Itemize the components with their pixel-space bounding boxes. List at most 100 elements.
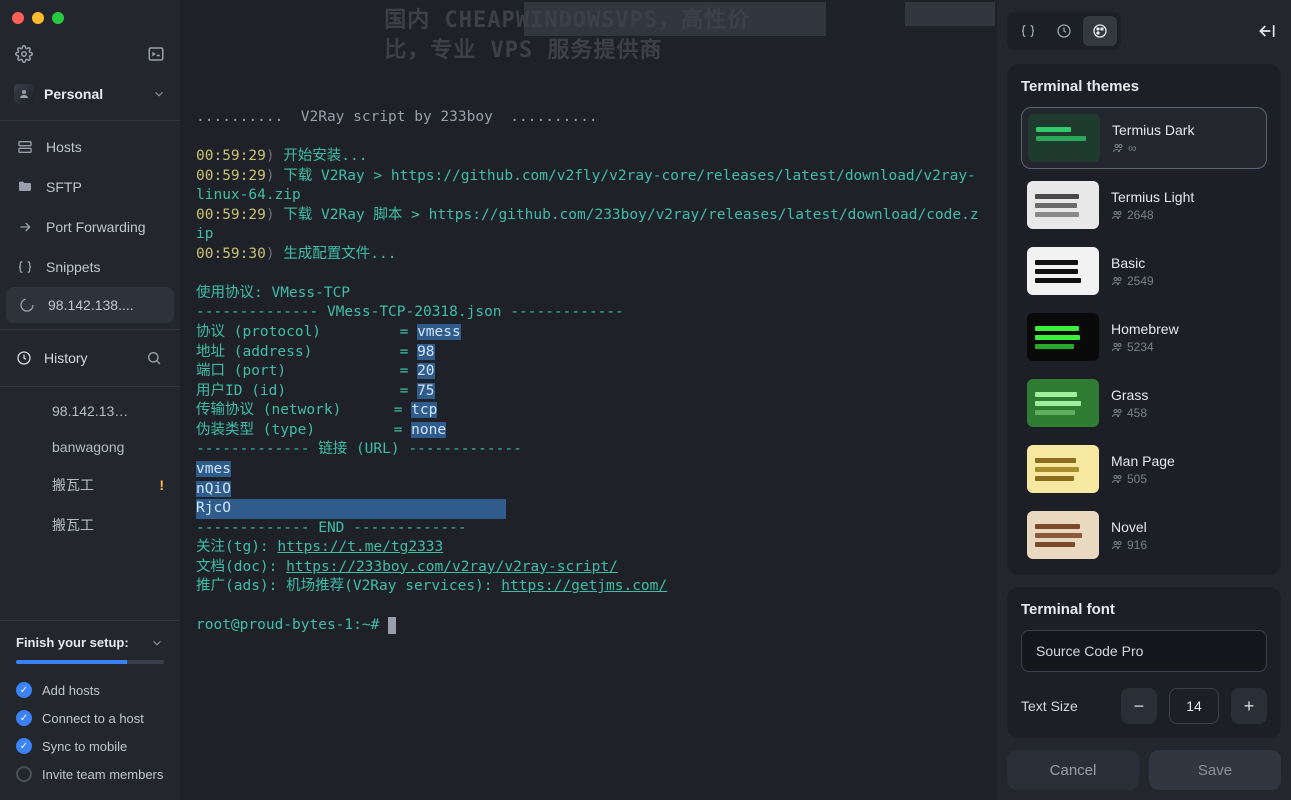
nav-label: SFTP [46,179,82,195]
font-field[interactable] [1021,630,1267,672]
history-label: History [44,350,132,366]
active-session-tab[interactable]: 98.142.138.... [6,287,174,323]
nav-label: Hosts [46,139,82,155]
clock-icon [16,350,32,366]
theme-usage-count: 5234 [1111,340,1179,354]
theme-thumb-icon [1028,114,1100,162]
setup-title: Finish your setup: [16,635,129,650]
theme-usage-count: 2549 [1111,274,1154,288]
setup-item[interactable]: Invite team members [16,760,164,788]
theme-name: Basic [1111,255,1154,271]
nav-sftp[interactable]: SFTP [0,167,180,207]
theme-usage-count: 505 [1111,472,1175,486]
chevron-down-icon [152,87,166,101]
spinner-icon [18,297,36,313]
nav-label: Snippets [46,259,100,275]
theme-thumb-icon [1027,445,1099,493]
collapse-panel-button[interactable] [1253,17,1281,45]
check-icon: ✓ [16,682,32,698]
link-ads[interactable]: https://getjms.com/ [501,578,667,594]
theme-item[interactable]: Grass 458 [1021,373,1267,433]
theme-thumb-icon [1027,511,1099,559]
setup-item[interactable]: ✓Add hosts [16,676,164,704]
theme-name: Termius Dark [1112,122,1194,138]
history-item[interactable]: 搬瓦工 [8,505,180,545]
theme-usage-count: 458 [1111,406,1148,420]
sidebar: Personal Hosts SFTP Port Forwarding Snip… [0,0,180,800]
theme-usage-count: 2648 [1111,208,1194,222]
history-item[interactable]: 搬瓦工! [8,465,180,505]
window-maximize-button[interactable] [52,12,64,24]
profile-name: Personal [44,86,142,102]
window-titlebar [0,0,180,36]
search-icon[interactable] [144,348,164,368]
nav-snippets[interactable]: Snippets [0,247,180,287]
theme-thumb-icon [1027,313,1099,361]
profile-selector[interactable]: Personal [0,74,180,114]
theme-name: Grass [1111,387,1148,403]
text-size-value[interactable]: 14 [1169,688,1219,724]
circle-icon [16,766,32,782]
window-close-button[interactable] [12,12,24,24]
active-host-label: 98.142.138.... [48,297,134,313]
braces-icon [16,259,34,275]
theme-name: Man Page [1111,453,1175,469]
themes-heading: Terminal themes [1021,78,1267,95]
theme-usage-count: 916 [1111,538,1147,552]
font-heading: Terminal font [1021,601,1267,618]
theme-item[interactable]: Basic 2549 [1021,241,1267,301]
tab-history[interactable] [1047,16,1081,46]
tab-appearance[interactable] [1083,16,1117,46]
theme-name: Homebrew [1111,321,1179,337]
theme-thumb-icon [1027,181,1099,229]
folder-icon [16,179,34,195]
history-list: 98.142.13… banwagong 搬瓦工! 搬瓦工 [0,393,180,545]
nav-hosts[interactable]: Hosts [0,127,180,167]
theme-thumb-icon [1027,247,1099,295]
themes-section: Terminal themes Termius Dark ∞Termius Li… [1007,64,1281,575]
theme-thumb-icon [1027,379,1099,427]
increase-size-button[interactable]: + [1231,688,1267,724]
hosts-icon [16,139,34,155]
cancel-button[interactable]: Cancel [1007,750,1139,790]
cursor-icon [388,617,396,634]
theme-item[interactable]: Man Page 505 [1021,439,1267,499]
warning-icon: ! [159,477,164,493]
check-icon: ✓ [16,738,32,754]
theme-name: Novel [1111,519,1147,535]
theme-name: Termius Light [1111,189,1194,205]
progress-bar [16,660,164,664]
check-icon: ✓ [16,710,32,726]
window-minimize-button[interactable] [32,12,44,24]
setup-item[interactable]: ✓Connect to a host [16,704,164,732]
theme-item[interactable]: Homebrew 5234 [1021,307,1267,367]
history-item[interactable]: banwagong [8,429,180,465]
nav-port-forwarding[interactable]: Port Forwarding [0,207,180,247]
setup-progress: Finish your setup: ✓Add hosts ✓Connect t… [0,620,180,800]
theme-usage-count: ∞ [1112,141,1194,155]
settings-icon[interactable] [14,44,34,64]
nav-history[interactable]: History [0,336,180,380]
link-telegram[interactable]: https://t.me/tg2333 [277,539,443,555]
terminal-output: .......... V2Ray script by 233boy ......… [196,88,981,655]
font-section: Terminal font Text Size − 14 + [1007,587,1281,738]
save-button[interactable]: Save [1149,750,1281,790]
history-item[interactable]: 98.142.13… [8,393,180,429]
terminal-prompt: root@proud-bytes-1:~# [196,617,388,633]
forward-icon [16,219,34,235]
theme-item[interactable]: Termius Light 2648 [1021,175,1267,235]
terminal-pane[interactable]: 国内 CHEAPWINDOWSVPS，高性价比，专业 VPS 服务提供商 ...… [180,0,997,800]
terminal-icon[interactable] [146,44,166,64]
nav-label: Port Forwarding [46,219,146,235]
tab-snippets[interactable] [1011,16,1045,46]
link-doc[interactable]: https://233boy.com/v2ray/v2ray-script/ [286,559,618,575]
settings-panel: Terminal themes Termius Dark ∞Termius Li… [997,0,1291,800]
decrease-size-button[interactable]: − [1121,688,1157,724]
theme-item[interactable]: Novel 916 [1021,505,1267,565]
setup-item[interactable]: ✓Sync to mobile [16,732,164,760]
profile-avatar-icon [14,84,34,104]
theme-item[interactable]: Termius Dark ∞ [1021,107,1267,169]
text-size-label: Text Size [1021,698,1109,714]
panel-tabs [1007,12,1121,50]
chevron-down-icon[interactable] [150,636,164,650]
